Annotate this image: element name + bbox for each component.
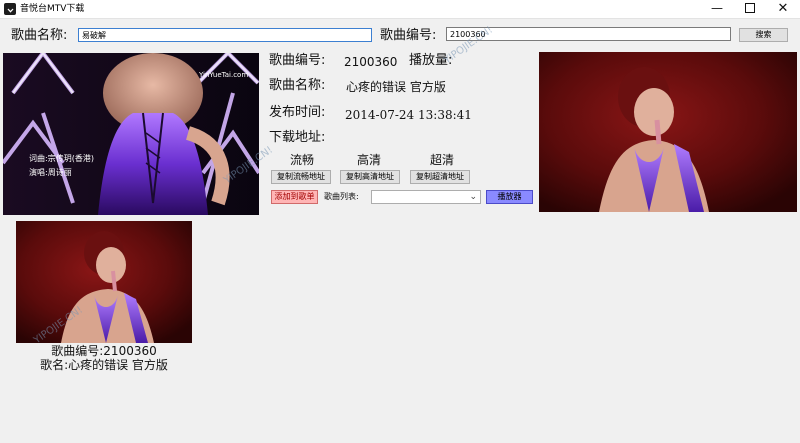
playlist-dropdown[interactable]: ⌄	[371, 190, 481, 204]
result-thumbnail[interactable]	[16, 221, 192, 343]
mv-cover-right	[539, 52, 797, 212]
quality-smooth-label: 流畅	[290, 153, 315, 167]
lyric-credit-text: 词曲:宗传玥(香港)	[29, 154, 94, 163]
chevron-down-icon: ⌄	[469, 192, 477, 202]
playlist-label: 歌曲列表:	[324, 192, 359, 201]
close-button[interactable]: ✕	[767, 0, 799, 18]
info-date-label: 发布时间:	[269, 105, 326, 120]
copy-hd-url-button[interactable]: 复制高清地址	[340, 170, 400, 184]
download-address-label: 下载地址:	[269, 130, 326, 145]
minimize-button[interactable]: —	[701, 0, 733, 18]
info-name-value: 心疼的错误 官方版	[346, 80, 446, 94]
search-button[interactable]: 搜索	[739, 28, 788, 42]
player-button[interactable]: 播放器	[486, 190, 533, 204]
song-name-input[interactable]: 易破解	[78, 28, 372, 42]
result-name-caption: 歌名:心疼的错误 官方版	[40, 358, 168, 372]
info-plays-label: 播放量:	[409, 53, 453, 68]
maximize-button[interactable]	[734, 0, 766, 18]
quality-super-label: 超清	[430, 153, 455, 167]
maximize-icon	[745, 2, 755, 13]
song-name-label: 歌曲名称:	[11, 28, 68, 43]
result-thumbnail-art	[16, 221, 192, 343]
song-id-label: 歌曲编号:	[380, 28, 437, 43]
info-id-value: 2100360	[344, 55, 398, 69]
info-id-label: 歌曲编号:	[269, 53, 326, 68]
add-to-playlist-button[interactable]: 添加到歌单	[271, 190, 318, 204]
singer-credit-text: 演唱:周诗丽	[29, 168, 72, 177]
info-name-label: 歌曲名称:	[269, 78, 326, 93]
app-icon	[4, 3, 16, 15]
mv-cover-right-art	[539, 52, 797, 212]
site-watermark-text: YinYueTai.com	[199, 71, 249, 79]
copy-super-url-button[interactable]: 复制超清地址	[410, 170, 470, 184]
copy-smooth-url-button[interactable]: 复制流畅地址	[271, 170, 331, 184]
quality-hd-label: 高清	[357, 153, 382, 167]
info-date-value: 2014-07-24 13:38:41	[345, 108, 472, 122]
details-panel: 歌曲名称: 易破解 歌曲编号: 2100360 搜索 YinYueTai.com…	[0, 19, 800, 218]
mv-cover-left: YinYueTai.com 词曲:宗传玥(香港) 演唱:周诗丽	[3, 53, 259, 215]
result-id-caption: 歌曲编号:2100360	[51, 344, 157, 358]
song-id-input[interactable]: 2100360	[446, 27, 731, 41]
window-title: 音悦台MTV下载	[20, 4, 85, 14]
title-bar: 音悦台MTV下载 — ✕	[0, 0, 800, 19]
